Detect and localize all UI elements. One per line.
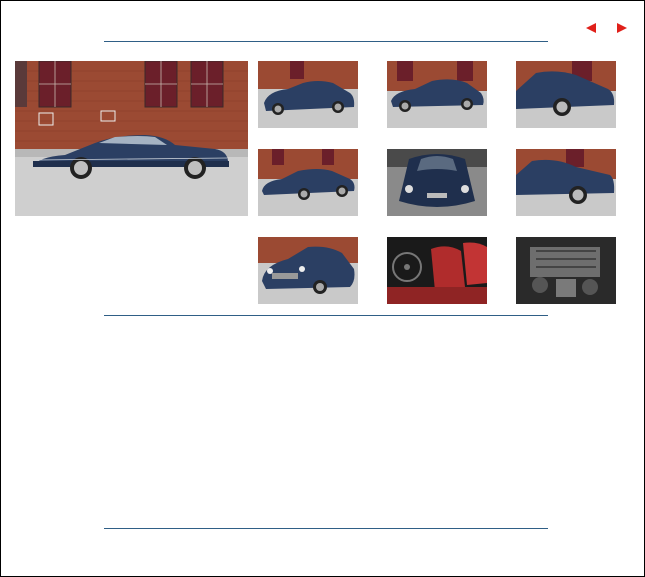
thumbnail-8[interactable] [387, 237, 487, 304]
next-arrow-icon[interactable] [616, 22, 628, 34]
thumbnail-5[interactable] [387, 149, 487, 216]
previous-arrow-icon[interactable] [585, 22, 597, 34]
thumbnail-4[interactable] [258, 149, 358, 216]
thumbnail-6[interactable] [516, 149, 616, 216]
thumbnail-1[interactable] [258, 61, 358, 128]
middle-divider [104, 315, 548, 316]
main-car-photo[interactable] [15, 61, 248, 216]
thumbnail-9[interactable] [516, 237, 616, 304]
thumbnail-2[interactable] [387, 61, 487, 128]
top-divider [104, 41, 548, 42]
bottom-divider [104, 528, 548, 529]
thumbnail-3[interactable] [516, 61, 616, 128]
thumbnail-7[interactable] [258, 237, 358, 304]
